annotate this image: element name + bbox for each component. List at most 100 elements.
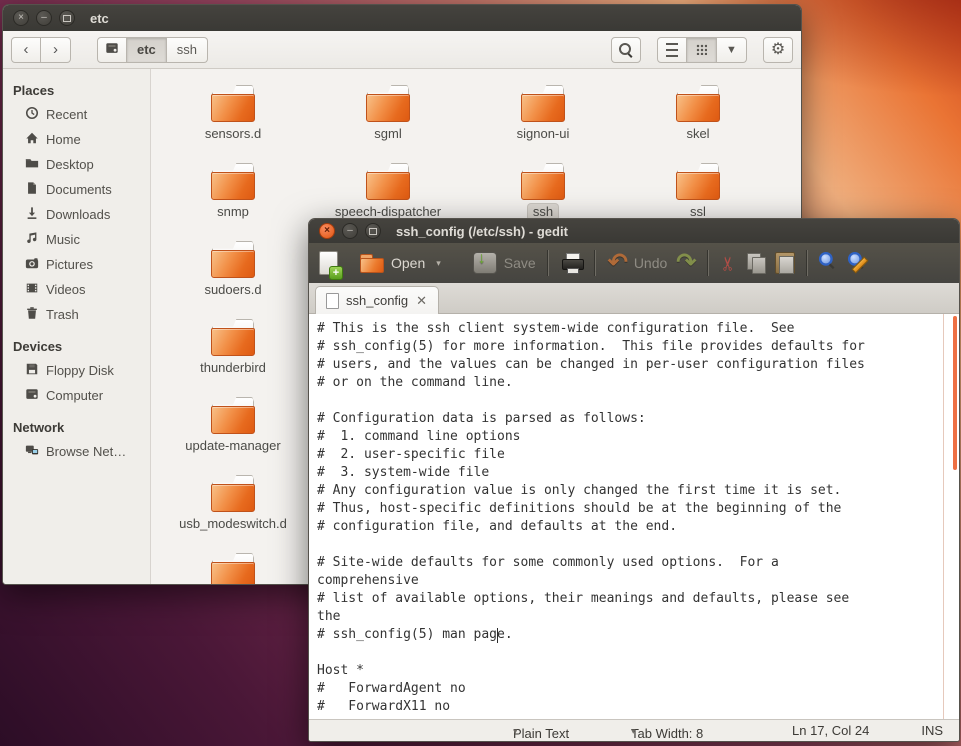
folder-icon	[364, 163, 412, 201]
sidebar-item[interactable]: Browse Net…	[3, 439, 150, 464]
folder-item[interactable]: sgml	[313, 85, 463, 143]
gear-icon: ⚙	[771, 42, 785, 58]
save-button[interactable]: ↓ Save	[473, 252, 536, 274]
close-icon[interactable]: ×	[319, 223, 335, 239]
code-line	[317, 393, 949, 411]
code-line: # ForwardX11 no	[317, 699, 949, 717]
paste-icon	[775, 252, 795, 274]
sidebar-item[interactable]: Desktop	[3, 152, 150, 177]
folder-icon	[364, 85, 412, 123]
folder-icon	[209, 163, 257, 201]
sidebar-item[interactable]: Home	[3, 127, 150, 152]
sidebar-section-network: Network	[3, 416, 150, 439]
file-manager-toolbar: ‹ › etc ssh ▼ ⚙	[3, 31, 801, 69]
code-line: # ssh_config(5) man page.	[317, 627, 949, 645]
folder-icon	[674, 85, 722, 123]
redo-button[interactable]: ↷	[676, 253, 696, 273]
folder-item[interactable]: sensors.d	[158, 85, 308, 143]
network-icon	[25, 443, 39, 460]
breadcrumb-root-button[interactable]	[97, 37, 127, 63]
maximize-icon[interactable]	[365, 223, 381, 239]
music-icon	[25, 231, 39, 248]
cut-button[interactable]: ✂	[721, 252, 737, 275]
tab-close-icon[interactable]: ✕	[415, 294, 428, 307]
download-icon	[25, 206, 39, 223]
open-button[interactable]: Open ▾	[360, 254, 441, 273]
maximize-icon[interactable]	[59, 10, 75, 26]
undo-button[interactable]: ↶ Undo	[608, 253, 668, 273]
home-icon	[25, 131, 39, 148]
window-title: etc	[90, 11, 109, 26]
search-button[interactable]	[611, 37, 641, 63]
new-document-button[interactable]: +	[319, 251, 338, 275]
sidebar-item[interactable]: Floppy Disk	[3, 358, 150, 383]
folder-item[interactable]: ssh	[468, 163, 618, 221]
folder-item[interactable]: thunderbird	[158, 319, 308, 377]
settings-button[interactable]: ⚙	[763, 37, 793, 63]
folder-item[interactable]: skel	[623, 85, 773, 143]
sidebar-item[interactable]: Computer	[3, 383, 150, 408]
code-line: # Thus, host-specific definitions should…	[317, 501, 949, 519]
breadcrumb-segment-ssh[interactable]: ssh	[167, 37, 208, 63]
list-view-button[interactable]	[657, 37, 687, 63]
folder-item[interactable]: usb_modeswitch.d	[158, 475, 308, 533]
folder-label: signon-ui	[512, 126, 575, 142]
replace-button[interactable]	[849, 253, 869, 273]
breadcrumb-segment-etc[interactable]: etc	[127, 37, 167, 63]
sidebar-item[interactable]: Downloads	[3, 202, 150, 227]
folder-item[interactable]: signon-ui	[468, 85, 618, 143]
sidebar-item[interactable]: Documents	[3, 177, 150, 202]
minimize-icon[interactable]: –	[342, 223, 358, 239]
list-view-icon	[666, 43, 678, 57]
gedit-titlebar[interactable]: × – ssh_config (/etc/ssh) - gedit	[309, 219, 959, 243]
sidebar-item[interactable]: Recent	[3, 102, 150, 127]
copy-button[interactable]	[746, 253, 766, 273]
print-button[interactable]	[561, 253, 583, 273]
folder-item[interactable]: update-manager	[158, 397, 308, 455]
undo-icon: ↶	[608, 253, 628, 273]
chevron-down-icon: ▾	[436, 258, 441, 269]
cut-icon: ✂	[718, 255, 741, 271]
sidebar-item[interactable]: Pictures	[3, 252, 150, 277]
folder-item[interactable]: snmp	[158, 163, 308, 221]
view-options-dropdown[interactable]: ▼	[717, 37, 747, 63]
find-icon	[820, 253, 840, 273]
drive-icon	[25, 387, 39, 404]
folder-label: sgml	[369, 126, 406, 142]
code-line: # ssh_config(5) for more information. Th…	[317, 339, 949, 357]
folder-icon	[25, 156, 39, 173]
window-title: ssh_config (/etc/ssh) - gedit	[396, 224, 568, 239]
folder-item[interactable]: sudoers.d	[158, 241, 308, 299]
sidebar-item[interactable]: Music	[3, 227, 150, 252]
folder-icon	[209, 553, 257, 584]
file-manager-titlebar[interactable]: × – etc	[3, 5, 801, 31]
forward-button[interactable]: ›	[41, 37, 71, 63]
folder-item[interactable]: ssl	[623, 163, 773, 221]
text-editor-area[interactable]: # This is the ssh client system-wide con…	[309, 314, 959, 719]
copy-icon	[746, 253, 766, 273]
search-icon	[619, 43, 633, 57]
folder-icon	[519, 85, 567, 123]
find-button[interactable]	[820, 253, 840, 273]
sidebar-item[interactable]: Trash	[3, 302, 150, 327]
grid-view-button[interactable]	[687, 37, 717, 63]
folder-item[interactable]: speech-dispatcher	[313, 163, 463, 221]
tab-ssh-config[interactable]: ssh_config ✕	[315, 286, 439, 314]
sidebar-item[interactable]: Videos	[3, 277, 150, 302]
folder-label: sudoers.d	[199, 282, 266, 298]
code-line: # or on the command line.	[317, 375, 949, 393]
code-line: comprehensive	[317, 573, 949, 591]
paste-button[interactable]	[775, 252, 795, 274]
back-button[interactable]: ‹	[11, 37, 41, 63]
close-icon[interactable]: ×	[13, 10, 29, 26]
film-icon	[25, 281, 39, 298]
folder-label: sensors.d	[200, 126, 266, 142]
scrollbar-thumb[interactable]	[953, 316, 957, 470]
document-icon	[326, 293, 339, 309]
document-icon	[25, 181, 39, 198]
code-line: # Any configuration value is only change…	[317, 483, 949, 501]
save-icon: ↓	[473, 252, 497, 274]
folder-label: usb_modeswitch.d	[174, 516, 292, 532]
minimize-icon[interactable]: –	[36, 10, 52, 26]
folder-item[interactable]	[158, 553, 308, 584]
